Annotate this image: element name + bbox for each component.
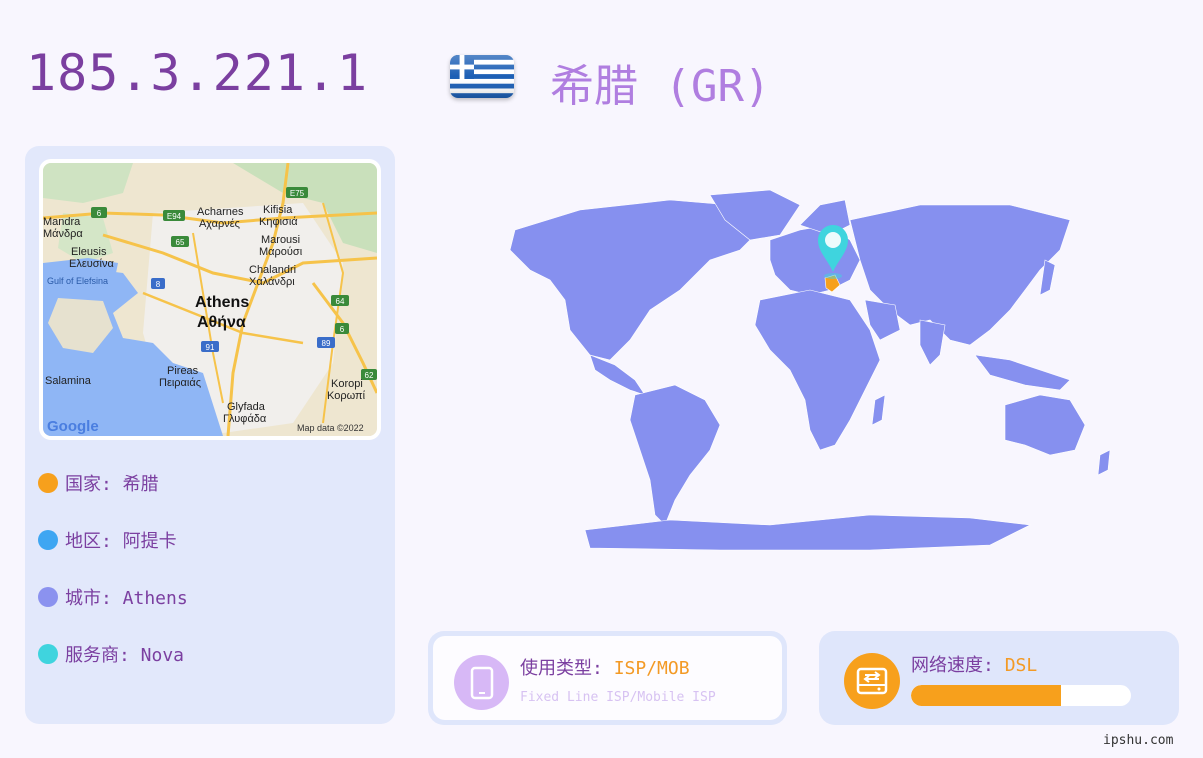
road-badge-6b: 6	[335, 323, 349, 334]
svg-text:64: 64	[336, 297, 345, 306]
map-label: Μαρούσι	[259, 246, 303, 258]
map-label: Mandra	[43, 216, 81, 228]
isp-dot-icon	[38, 644, 58, 664]
road-badge-e75: E75	[286, 187, 308, 198]
map-label: Κηφισιά	[259, 216, 298, 228]
region-dot-icon	[38, 530, 58, 550]
greece-flag-icon	[450, 55, 514, 98]
info-country-text: 国家: 希腊	[65, 474, 159, 495]
info-region-text: 地区: 阿提卡	[65, 531, 177, 552]
road-badge-62: 62	[361, 369, 377, 380]
svg-text:91: 91	[206, 343, 215, 352]
map-label: Kifisia	[263, 204, 293, 216]
svg-text:6: 6	[340, 325, 345, 334]
country-dot-icon	[38, 473, 58, 493]
land-australia	[1004, 394, 1086, 456]
info-isp: 服务商: Nova	[38, 641, 184, 667]
land-antarctica	[584, 514, 1032, 551]
road-badge-6a: 6	[91, 207, 107, 218]
location-map[interactable]: 6 E94 E75 65 8 64 6 91 89 62 Mandra Μάνδ…	[39, 159, 381, 440]
usage-type-subtitle: Fixed Line ISP/Mobile ISP	[520, 690, 716, 705]
land-south-america	[629, 384, 721, 526]
road-badge-8: 8	[151, 278, 165, 289]
svg-text:65: 65	[176, 238, 185, 247]
land-madagascar	[871, 394, 886, 426]
network-speed-card: 网络速度: DSL	[819, 631, 1179, 725]
network-drive-icon	[844, 653, 900, 709]
watermark: ipshu.com	[1103, 733, 1174, 748]
info-isp-text: 服务商: Nova	[65, 645, 185, 666]
info-country: 国家: 希腊	[38, 470, 159, 496]
map-label: Αχαρνές	[199, 218, 240, 230]
map-label: Acharnes	[197, 206, 244, 218]
map-label: Χαλάνδρι	[249, 276, 295, 288]
map-label: Chalandri	[249, 264, 296, 276]
road-badge-91: 91	[201, 341, 219, 352]
map-label: Πειραιάς	[159, 377, 201, 389]
svg-text:E94: E94	[167, 212, 182, 221]
info-region: 地区: 阿提卡	[38, 527, 177, 553]
land-central-america	[589, 354, 646, 396]
map-label: Κορωπί	[327, 390, 366, 402]
speed-bar-fill	[911, 685, 1061, 706]
google-logo: Google	[47, 418, 99, 435]
speed-bar-track	[911, 685, 1131, 706]
usage-type-value: ISP/MOB	[613, 658, 690, 679]
land-indonesia	[974, 354, 1071, 391]
map-label-athens: Athens	[195, 294, 249, 311]
map-label: Ελευσίνα	[69, 258, 114, 270]
map-label: Pireas	[167, 365, 199, 377]
road-badge-89: 89	[317, 337, 335, 348]
phone-icon	[454, 655, 509, 710]
land-india	[919, 319, 946, 366]
map-label: Μάνδρα	[43, 228, 83, 240]
network-speed-label: 网络速度: DSL	[911, 655, 1038, 676]
map-label-athens-greek: Αθήνα	[197, 314, 246, 331]
svg-text:8: 8	[156, 280, 161, 289]
land-new-zealand	[1097, 449, 1111, 476]
road-badge-65: 65	[171, 236, 189, 247]
info-city: 城市: Athens	[38, 584, 188, 610]
map-label: Salamina	[45, 375, 92, 387]
land-africa	[754, 289, 881, 451]
map-label: Γλυφάδα	[223, 413, 267, 425]
map-label: Koropi	[331, 378, 363, 390]
location-card: 6 E94 E75 65 8 64 6 91 89 62 Mandra Μάνδ…	[25, 146, 395, 724]
country-title: 希腊 (GR)	[550, 61, 771, 112]
map-attribution: Map data ©2022	[297, 423, 364, 433]
usage-type-card: 使用类型: ISP/MOB Fixed Line ISP/Mobile ISP	[428, 631, 787, 725]
svg-text:E75: E75	[290, 189, 305, 198]
map-label: Eleusis	[71, 246, 107, 258]
network-speed-value: DSL	[1004, 655, 1038, 676]
info-city-text: 城市: Athens	[65, 588, 188, 609]
map-label: Marousi	[261, 234, 300, 246]
svg-text:89: 89	[322, 339, 331, 348]
svg-text:62: 62	[365, 371, 374, 380]
map-label-gulf: Gulf of Elefsina	[47, 276, 108, 286]
road-badge-e94: E94	[163, 210, 185, 221]
usage-type-label: 使用类型: ISP/MOB	[520, 658, 690, 679]
world-map	[470, 180, 1150, 560]
city-dot-icon	[38, 587, 58, 607]
svg-text:6: 6	[97, 209, 102, 218]
ip-address: 185.3.221.1	[26, 44, 369, 102]
map-label: Glyfada	[227, 401, 266, 413]
road-badge-64: 64	[331, 295, 349, 306]
